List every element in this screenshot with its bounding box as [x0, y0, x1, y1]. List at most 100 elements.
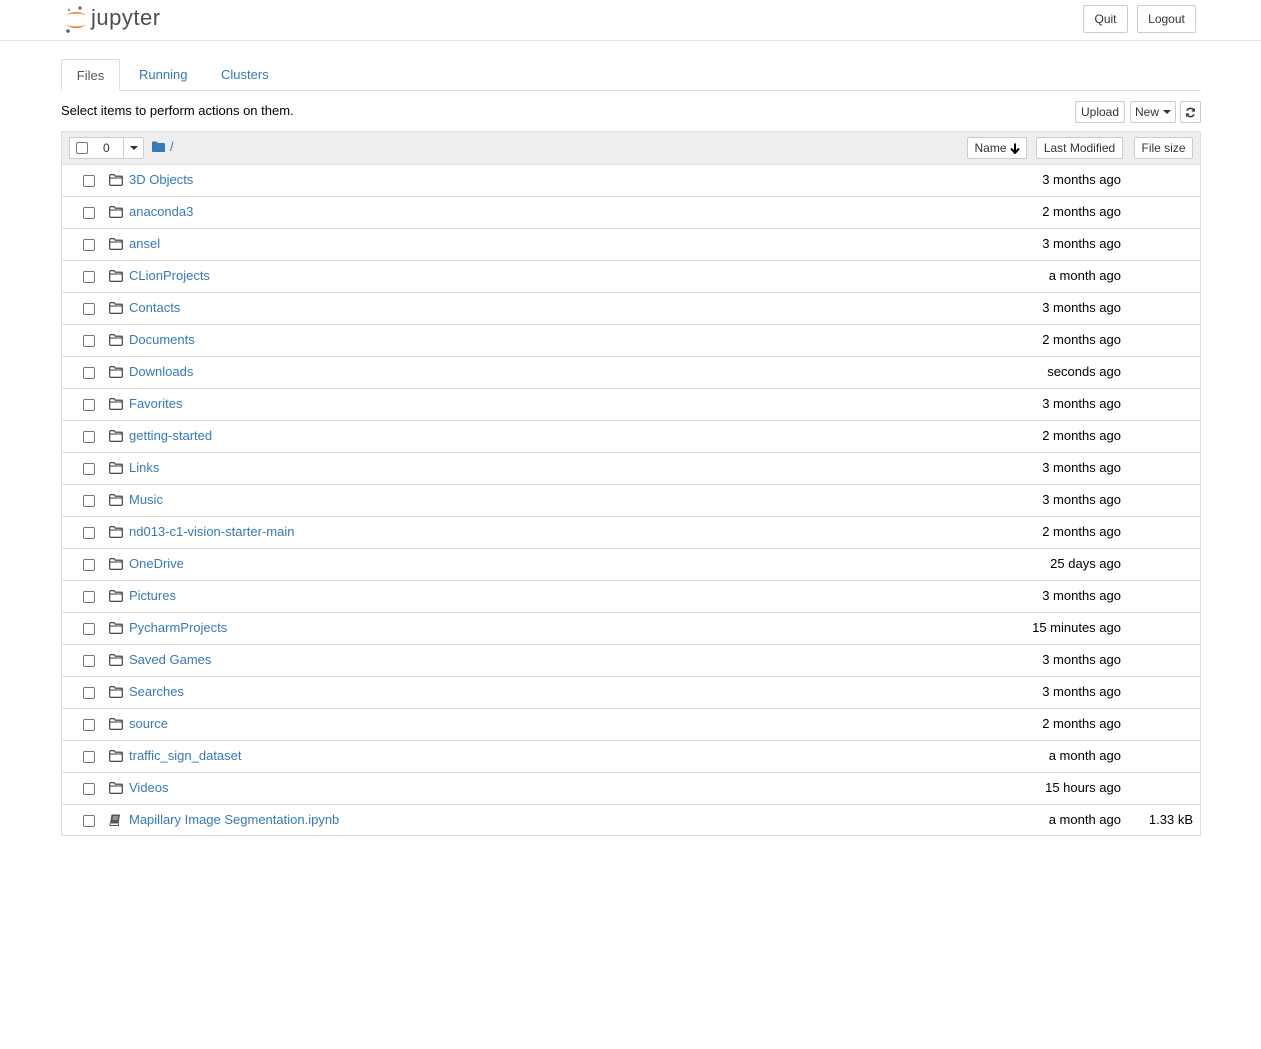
- item-name-link[interactable]: Favorites: [129, 396, 182, 411]
- folder-row[interactable]: Documents 2 months ago: [62, 324, 1200, 356]
- item-name-link[interactable]: traffic_sign_dataset: [129, 748, 242, 763]
- folder-row[interactable]: Contacts 3 months ago: [62, 292, 1200, 324]
- folder-row[interactable]: Links 3 months ago: [62, 452, 1200, 484]
- item-name-link[interactable]: PycharmProjects: [129, 620, 227, 635]
- item-name-link[interactable]: ansel: [129, 236, 160, 251]
- item-modified: 2 months ago: [1042, 524, 1121, 539]
- item-name-link[interactable]: CLionProjects: [129, 268, 210, 283]
- folder-row[interactable]: Downloads seconds ago: [62, 356, 1200, 388]
- item-name-link[interactable]: Saved Games: [129, 652, 211, 667]
- folder-row[interactable]: ansel 3 months ago: [62, 228, 1200, 260]
- item-name-link[interactable]: Mapillary Image Segmentation.ipynb: [129, 812, 339, 827]
- item-name-link[interactable]: source: [129, 716, 168, 731]
- new-dropdown-button[interactable]: New: [1130, 101, 1176, 123]
- folder-icon: [109, 686, 123, 701]
- row-checkbox[interactable]: [83, 751, 95, 763]
- item-name-link[interactable]: 3D Objects: [129, 172, 193, 187]
- folder-row[interactable]: Searches 3 months ago: [62, 676, 1200, 708]
- row-checkbox[interactable]: [83, 687, 95, 699]
- item-name-link[interactable]: Links: [129, 460, 159, 475]
- item-modified: 3 months ago: [1042, 236, 1121, 251]
- item-name-link[interactable]: Documents: [129, 332, 195, 347]
- folder-row[interactable]: Favorites 3 months ago: [62, 388, 1200, 420]
- folder-icon: [109, 334, 123, 349]
- quit-button[interactable]: Quit: [1083, 5, 1128, 33]
- logout-button[interactable]: Logout: [1137, 5, 1196, 33]
- folder-row[interactable]: Pictures 3 months ago: [62, 580, 1200, 612]
- item-modified: a month ago: [1048, 268, 1121, 283]
- tab-clusters[interactable]: Clusters: [206, 59, 284, 90]
- folder-icon: [109, 750, 123, 765]
- row-checkbox[interactable]: [83, 271, 95, 283]
- item-name-link[interactable]: OneDrive: [129, 556, 184, 571]
- row-checkbox[interactable]: [83, 239, 95, 251]
- folder-icon: [109, 494, 123, 509]
- sort-by-modified-button[interactable]: Last Modified: [1036, 137, 1123, 159]
- jupyter-logo[interactable]: jupyter: [64, 4, 161, 34]
- row-checkbox[interactable]: [83, 431, 95, 443]
- folder-row[interactable]: Saved Games 3 months ago: [62, 644, 1200, 676]
- folder-row[interactable]: anaconda3 2 months ago: [62, 196, 1200, 228]
- folder-icon: [109, 558, 123, 573]
- sort-by-size-button[interactable]: File size: [1134, 137, 1193, 159]
- folder-icon[interactable]: [152, 141, 165, 152]
- item-modified: a month ago: [1048, 812, 1121, 827]
- row-checkbox[interactable]: [83, 559, 95, 571]
- row-checkbox[interactable]: [83, 495, 95, 507]
- item-modified: 3 months ago: [1042, 300, 1121, 315]
- item-name-link[interactable]: Contacts: [129, 300, 180, 315]
- tab-files[interactable]: Files: [61, 59, 120, 91]
- item-modified: 2 months ago: [1042, 428, 1121, 443]
- folder-row[interactable]: PycharmProjects 15 minutes ago: [62, 612, 1200, 644]
- folder-row[interactable]: 3D Objects 3 months ago: [62, 164, 1200, 196]
- row-checkbox[interactable]: [83, 623, 95, 635]
- row-checkbox[interactable]: [83, 527, 95, 539]
- item-modified: 3 months ago: [1042, 652, 1121, 667]
- item-name-link[interactable]: Videos: [129, 780, 169, 795]
- item-modified: 3 months ago: [1042, 396, 1121, 411]
- tab-running[interactable]: Running: [124, 59, 202, 90]
- refresh-button[interactable]: [1180, 101, 1201, 123]
- row-checkbox[interactable]: [83, 815, 95, 827]
- row-checkbox[interactable]: [83, 719, 95, 731]
- row-checkbox[interactable]: [83, 591, 95, 603]
- folder-row[interactable]: source 2 months ago: [62, 708, 1200, 740]
- folder-row[interactable]: OneDrive 25 days ago: [62, 548, 1200, 580]
- item-modified: 2 months ago: [1042, 716, 1121, 731]
- select-menu-toggle[interactable]: [123, 138, 144, 158]
- select-all-checkbox[interactable]: [76, 142, 88, 154]
- item-modified: a month ago: [1048, 748, 1121, 763]
- notebook-row[interactable]: Mapillary Image Segmentation.ipynb a mont…: [62, 804, 1200, 836]
- folder-row[interactable]: getting-started 2 months ago: [62, 420, 1200, 452]
- item-name-link[interactable]: Pictures: [129, 588, 176, 603]
- folder-icon: [109, 590, 123, 605]
- item-name-link[interactable]: anaconda3: [129, 204, 193, 219]
- folder-row[interactable]: CLionProjects a month ago: [62, 260, 1200, 292]
- item-name-link[interactable]: Downloads: [129, 364, 193, 379]
- row-checkbox[interactable]: [83, 399, 95, 411]
- item-modified: 15 minutes ago: [1032, 620, 1121, 635]
- top-header: jupyter Quit Logout: [0, 0, 1261, 41]
- folder-row[interactable]: traffic_sign_dataset a month ago: [62, 740, 1200, 772]
- item-name-link[interactable]: Music: [129, 492, 163, 507]
- row-checkbox[interactable]: [83, 335, 95, 347]
- folder-row[interactable]: Videos 15 hours ago: [62, 772, 1200, 804]
- folder-row[interactable]: nd013-c1-vision-starter-main 2 months ago: [62, 516, 1200, 548]
- row-checkbox[interactable]: [83, 655, 95, 667]
- upload-button[interactable]: Upload: [1075, 101, 1125, 123]
- new-label: New: [1134, 105, 1159, 119]
- breadcrumb-root[interactable]: /: [170, 139, 174, 154]
- row-checkbox[interactable]: [83, 207, 95, 219]
- row-checkbox[interactable]: [83, 175, 95, 187]
- row-checkbox[interactable]: [83, 783, 95, 795]
- folder-row[interactable]: Music 3 months ago: [62, 484, 1200, 516]
- chevron-down-icon: [1163, 110, 1171, 114]
- sort-by-name-button[interactable]: Name: [967, 137, 1027, 159]
- row-checkbox[interactable]: [83, 463, 95, 475]
- item-name-link[interactable]: Searches: [129, 684, 184, 699]
- item-name-link[interactable]: getting-started: [129, 428, 212, 443]
- item-modified: 25 days ago: [1050, 556, 1121, 571]
- item-name-link[interactable]: nd013-c1-vision-starter-main: [129, 524, 294, 539]
- row-checkbox[interactable]: [83, 367, 95, 379]
- row-checkbox[interactable]: [83, 303, 95, 315]
